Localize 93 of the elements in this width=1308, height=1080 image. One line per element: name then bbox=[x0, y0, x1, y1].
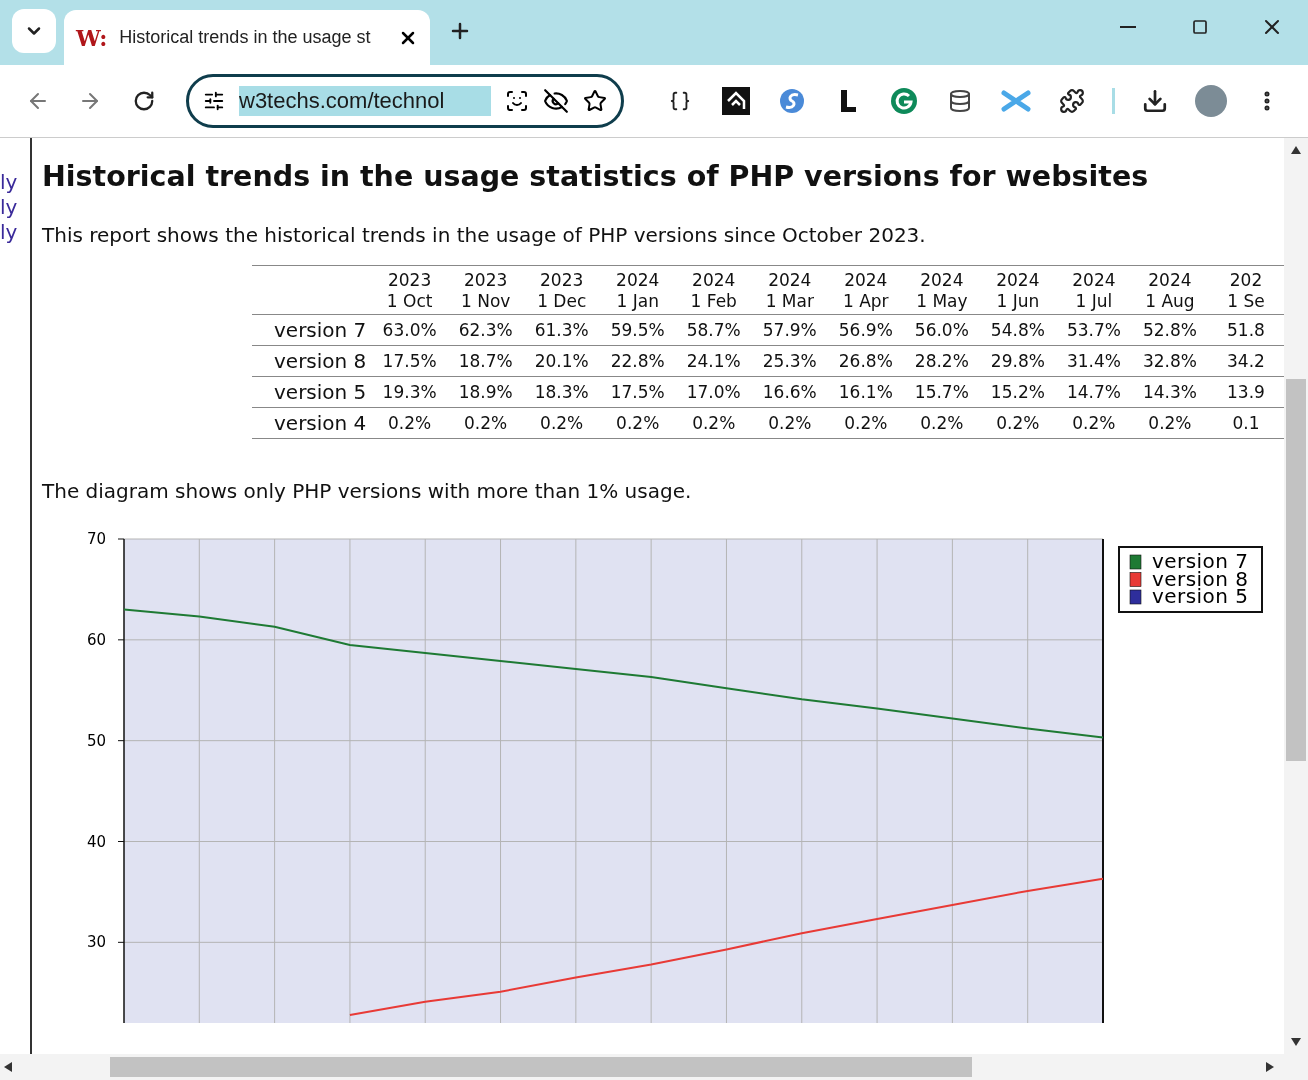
column-header: 2024 1 Aug bbox=[1131, 265, 1208, 315]
table-cell: 0.2% bbox=[371, 407, 448, 439]
table-cell: 56.0% bbox=[903, 314, 980, 346]
minimize-icon bbox=[1120, 25, 1136, 28]
row-label: version 4 bbox=[252, 407, 372, 439]
table-cell: 58.7% bbox=[675, 314, 752, 346]
table-cell: 0.2% bbox=[979, 407, 1056, 439]
table-cell: 25.3% bbox=[751, 345, 828, 377]
table-cell: 0.2% bbox=[523, 407, 600, 439]
column-header: 2024 1 Feb bbox=[675, 265, 752, 315]
table-cell: 0.2% bbox=[1131, 407, 1208, 439]
scroll-left-arrow-icon[interactable] bbox=[4, 1062, 12, 1072]
table-cell: 16.1% bbox=[827, 376, 904, 408]
table-cell: 0.2% bbox=[675, 407, 752, 439]
tab-title: Historical trends in the usage st bbox=[119, 27, 372, 48]
horizontal-scrollbar[interactable] bbox=[0, 1054, 1308, 1080]
table-cell: 52.8% bbox=[1131, 314, 1208, 346]
eye-off-icon[interactable] bbox=[543, 88, 569, 114]
scroll-down-arrow-icon[interactable] bbox=[1291, 1038, 1301, 1046]
column-header: 2024 1 Mar bbox=[751, 265, 828, 315]
y-tick-label: 70 bbox=[86, 530, 106, 548]
table-cell: 16.6% bbox=[751, 376, 828, 408]
table-cell: 0.2% bbox=[827, 407, 904, 439]
column-header: 2023 1 Nov bbox=[447, 265, 524, 315]
intro-text: This report shows the historical trends in the usage of PHP versions since October 2023. bbox=[42, 223, 926, 247]
sidebar-link[interactable]: ly bbox=[0, 220, 18, 245]
table-cell: 0.1 bbox=[1207, 407, 1284, 439]
table-cell: 26.8% bbox=[827, 345, 904, 377]
table-cell: 0.2% bbox=[447, 407, 524, 439]
tab-search-button[interactable] bbox=[12, 9, 56, 53]
table-cell: 0.2% bbox=[751, 407, 828, 439]
scroll-right-arrow-icon[interactable] bbox=[1266, 1062, 1274, 1072]
column-header: 2024 1 May bbox=[903, 265, 980, 315]
table-cell: 14.7% bbox=[1055, 376, 1132, 408]
table-cell: 14.3% bbox=[1131, 376, 1208, 408]
sidebar-link[interactable]: ly bbox=[0, 195, 18, 220]
row-label: version 7 bbox=[252, 314, 372, 346]
table-cell: 29.8% bbox=[979, 345, 1056, 377]
table-cell: 18.3% bbox=[523, 376, 600, 408]
diagram-note: The diagram shows only PHP versions with more than 1% usage. bbox=[42, 479, 692, 503]
y-tick-label: 50 bbox=[86, 731, 106, 750]
site-settings-icon[interactable] bbox=[203, 90, 225, 112]
table-cell: 63.0% bbox=[371, 314, 448, 346]
table-cell: 28.2% bbox=[903, 345, 980, 377]
column-header: 2023 1 Oct bbox=[371, 265, 448, 315]
table-cell: 56.9% bbox=[827, 314, 904, 346]
table-cell: 17.0% bbox=[675, 376, 752, 408]
page-title: Historical trends in the usage statistics of PHP versions for websites bbox=[42, 160, 1149, 193]
table-cell: 54.8% bbox=[979, 314, 1056, 346]
table-cell: 62.3% bbox=[447, 314, 524, 346]
row-label: version 5 bbox=[252, 376, 372, 408]
table-cell: 19.3% bbox=[371, 376, 448, 408]
browser-tab[interactable]: W: Historical trends in the usage st bbox=[64, 10, 430, 65]
table-cell: 57.9% bbox=[751, 314, 828, 346]
table-cell: 31.4% bbox=[1055, 345, 1132, 377]
table-cell: 13.9 bbox=[1207, 376, 1284, 408]
table-cell: 0.2% bbox=[599, 407, 676, 439]
table-cell: 24.1% bbox=[675, 345, 752, 377]
column-header: 2024 1 Jan bbox=[599, 265, 676, 315]
table-cell: 59.5% bbox=[599, 314, 676, 346]
table-cell: 0.2% bbox=[1055, 407, 1132, 439]
table-cell: 34.2 bbox=[1207, 345, 1284, 377]
table-cell: 51.8 bbox=[1207, 314, 1284, 346]
column-header: 202 1 Se bbox=[1207, 265, 1284, 315]
row-label: version 8 bbox=[252, 345, 372, 377]
table-cell: 22.8% bbox=[599, 345, 676, 377]
camera-scan-icon[interactable] bbox=[505, 89, 529, 113]
y-tick-label: 60 bbox=[86, 630, 106, 649]
column-header: 2023 1 Dec bbox=[523, 265, 600, 315]
column-header: 2024 1 Jun bbox=[979, 265, 1056, 315]
column-header: 2024 1 Apr bbox=[827, 265, 904, 315]
column-header: 2024 1 Jul bbox=[1055, 265, 1132, 315]
y-tick-label: 30 bbox=[86, 933, 106, 952]
table-cell: 17.5% bbox=[371, 345, 448, 377]
table-cell: 32.8% bbox=[1131, 345, 1208, 377]
address-bar[interactable]: w3techs.com/technol bbox=[186, 74, 624, 128]
scroll-up-arrow-icon[interactable] bbox=[1291, 146, 1301, 154]
table-cell: 20.1% bbox=[523, 345, 600, 377]
table-cell: 15.2% bbox=[979, 376, 1056, 408]
site-favicon: W: bbox=[76, 24, 108, 51]
table-cell: 61.3% bbox=[523, 314, 600, 346]
table-cell: 17.5% bbox=[599, 376, 676, 408]
table-cell: 53.7% bbox=[1055, 314, 1132, 346]
y-tick-label: 40 bbox=[86, 832, 106, 851]
table-cell: 15.7% bbox=[903, 376, 980, 408]
table-cell: 0.2% bbox=[903, 407, 980, 439]
url-text: w3techs.com/technol bbox=[239, 86, 491, 116]
maximize-icon bbox=[1192, 18, 1208, 35]
bookmark-star-icon[interactable] bbox=[583, 89, 607, 113]
table-cell: 18.9% bbox=[447, 376, 524, 408]
sidebar-link[interactable]: ly bbox=[0, 170, 18, 195]
vertical-scrollbar[interactable] bbox=[1284, 138, 1308, 1054]
table-cell: 18.7% bbox=[447, 345, 524, 377]
